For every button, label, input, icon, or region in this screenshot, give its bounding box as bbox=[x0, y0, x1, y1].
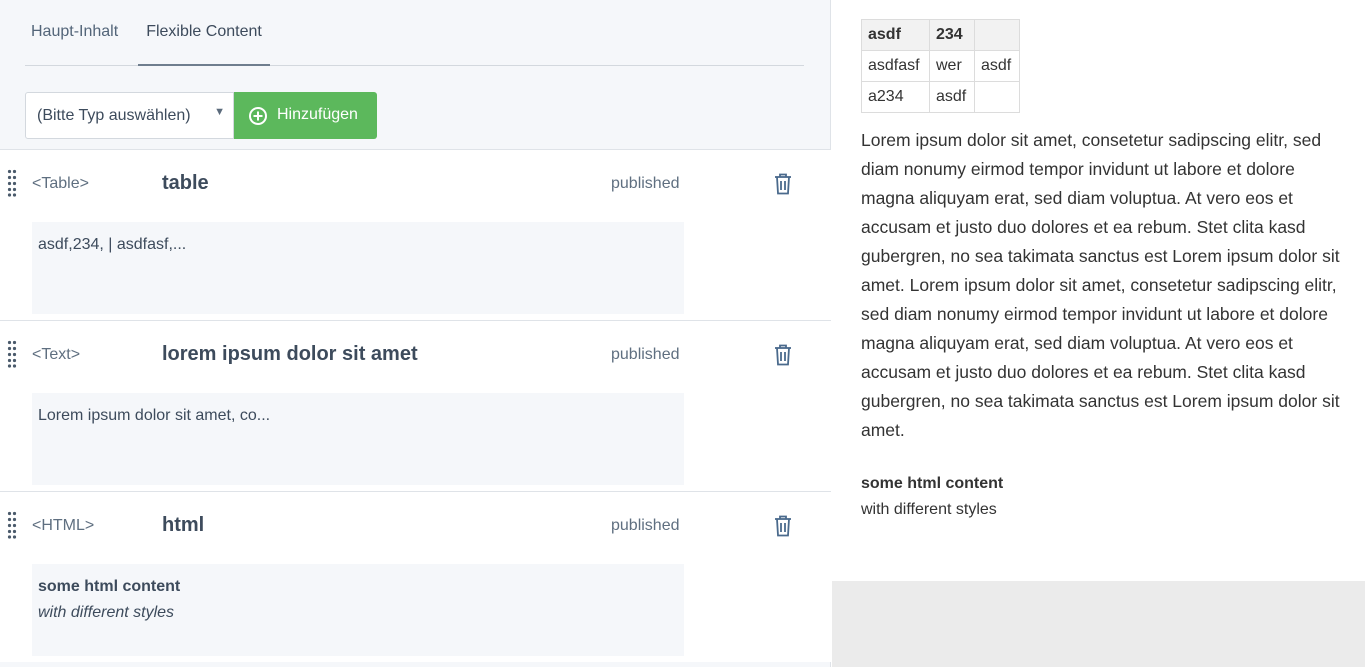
block-type-label: <Table> bbox=[32, 175, 89, 192]
block-preview[interactable]: Lorem ipsum dolor sit amet, co... bbox=[32, 393, 684, 485]
table-cell: 234 bbox=[929, 19, 975, 51]
block-status: published bbox=[611, 517, 680, 534]
preview-empty-area bbox=[832, 581, 1365, 667]
rendered-preview: asdf 234 asdfasf wer asdf a234 asdf Lore… bbox=[832, 0, 1365, 581]
tab-bar: Haupt-Inhalt Flexible Content bbox=[25, 0, 804, 66]
block-type-label: <HTML> bbox=[32, 517, 95, 534]
table-cell: wer bbox=[929, 50, 975, 82]
table-cell: asdf bbox=[929, 81, 975, 113]
content-editor: Haupt-Inhalt Flexible Content (Bitte Typ… bbox=[0, 0, 831, 667]
table-cell bbox=[974, 19, 1020, 51]
table-row: asdfasf wer asdf bbox=[861, 50, 1020, 82]
table-cell: asdf bbox=[861, 19, 930, 51]
block-status: published bbox=[611, 346, 680, 363]
drag-handle-icon[interactable] bbox=[7, 511, 17, 539]
table-cell: asdf bbox=[974, 50, 1020, 82]
block-preview-text: Lorem ipsum dolor sit amet, co... bbox=[38, 407, 271, 424]
block-preview[interactable]: some html content with different styles bbox=[32, 564, 684, 656]
table-cell: a234 bbox=[861, 81, 930, 113]
block-type-label: <Text> bbox=[32, 346, 81, 363]
rendered-html-content: some html content with different styles bbox=[861, 471, 1003, 523]
rendered-html-bold: some html content bbox=[861, 475, 1004, 492]
rendered-text-paragraph: Lorem ipsum dolor sit amet, consetetur s… bbox=[861, 130, 1340, 440]
tab-flexible-content[interactable]: Flexible Content bbox=[138, 0, 270, 66]
content-block-text: <Text> lorem ipsum dolor sit amet publis… bbox=[0, 320, 831, 491]
table-row: asdf 234 bbox=[861, 19, 1020, 51]
block-title[interactable]: table bbox=[162, 172, 209, 195]
rendered-html-plain: with different styles bbox=[861, 501, 997, 518]
caret-down-icon: ▼ bbox=[214, 106, 225, 118]
rendered-table: asdf 234 asdfasf wer asdf a234 asdf bbox=[861, 19, 1020, 113]
table-cell: asdfasf bbox=[861, 50, 930, 82]
add-block-button[interactable]: Hinzufügen bbox=[234, 92, 377, 139]
trash-icon[interactable] bbox=[772, 172, 794, 196]
block-preview-bold: some html content bbox=[38, 578, 181, 595]
plus-circle-icon bbox=[249, 107, 267, 125]
add-block-label: Hinzufügen bbox=[277, 106, 358, 123]
drag-handle-icon[interactable] bbox=[7, 169, 17, 197]
content-block-html: <HTML> html published some html content … bbox=[0, 491, 831, 662]
block-type-select-value: (Bitte Typ auswählen) bbox=[37, 107, 191, 124]
block-preview[interactable]: asdf,234, | asdfasf,... bbox=[32, 222, 684, 314]
block-preview-text: asdf,234, | asdfasf,... bbox=[38, 236, 187, 253]
table-cell bbox=[974, 81, 1020, 113]
block-type-select[interactable]: (Bitte Typ auswählen) ▼ bbox=[25, 92, 234, 139]
trash-icon[interactable] bbox=[772, 343, 794, 367]
block-title[interactable]: lorem ipsum dolor sit amet bbox=[162, 343, 418, 366]
drag-handle-icon[interactable] bbox=[7, 340, 17, 368]
table-row: a234 asdf bbox=[861, 81, 1020, 113]
content-block-table: <Table> table published asdf,234, | asdf… bbox=[0, 149, 831, 320]
block-title[interactable]: html bbox=[162, 514, 204, 537]
block-preview-italic: with different styles bbox=[38, 604, 175, 621]
tab-haupt-inhalt[interactable]: Haupt-Inhalt bbox=[31, 0, 118, 66]
trash-icon[interactable] bbox=[772, 514, 794, 538]
block-status: published bbox=[611, 175, 680, 192]
